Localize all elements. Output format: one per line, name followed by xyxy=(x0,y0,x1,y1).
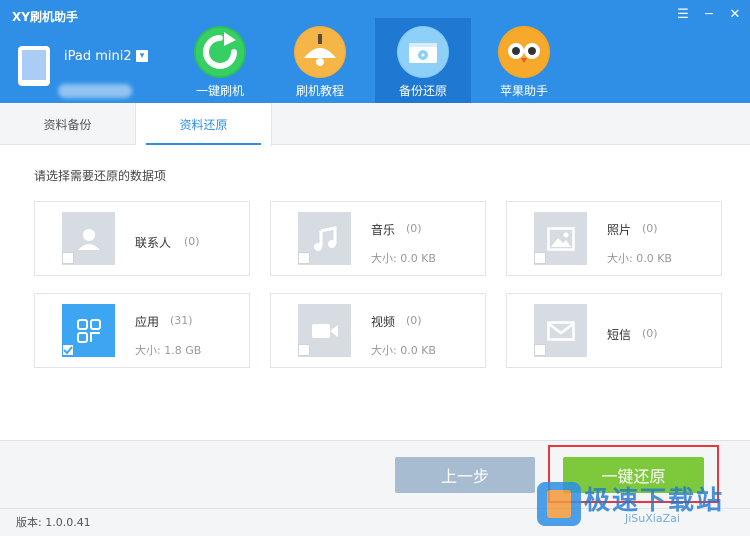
data-item-contacts[interactable]: 联系人 (0) xyxy=(34,201,250,276)
item-name: 音乐 xyxy=(371,223,396,237)
item-size: 大小: 0.0 KB xyxy=(607,252,672,265)
item-count: (0) xyxy=(184,235,200,248)
checkmark-icon xyxy=(63,346,73,355)
watermark-subtext: JiSuXiaZai xyxy=(625,512,680,525)
menu-icon[interactable]: ☰ xyxy=(672,4,694,24)
item-name: 视频 xyxy=(371,315,396,329)
watermark-logo xyxy=(537,482,581,526)
lamp-icon xyxy=(294,26,346,78)
chevron-down-icon[interactable]: ▾ xyxy=(136,50,148,62)
item-size: 大小: 1.8 GB xyxy=(135,344,202,357)
item-count: (0) xyxy=(406,314,422,327)
app-title: XY刷机助手 xyxy=(12,10,78,24)
item-size: 大小: 0.0 KB xyxy=(371,344,436,357)
nav-item-tutorial[interactable]: 刷机教程 xyxy=(272,18,368,103)
section-label: 请选择需要还原的数据项 xyxy=(34,169,167,183)
item-size: 大小: 0.0 KB xyxy=(371,252,436,265)
data-item-apps[interactable]: 应用 (31) 大小: 1.8 GB xyxy=(34,293,250,368)
contacts-checkbox[interactable] xyxy=(62,252,74,264)
data-item-music[interactable]: 音乐 (0) 大小: 0.0 KB xyxy=(270,201,486,276)
blurred-device-info xyxy=(58,84,132,98)
device-name: iPad mini2 xyxy=(64,49,132,64)
nav-label-flash: 一键刷机 xyxy=(195,84,244,98)
music-checkbox[interactable] xyxy=(298,252,310,264)
app-header: XY刷机助手 ☰ ─ ✕ iPad mini2 ▾ 一键刷机 刷机教程 备份还原… xyxy=(0,0,750,103)
item-name: 短信 xyxy=(607,328,632,342)
refresh-icon xyxy=(194,26,246,78)
data-item-photos[interactable]: 照片 (0) 大小: 0.0 KB xyxy=(506,201,722,276)
owl-icon xyxy=(498,26,550,78)
tab-data-restore[interactable]: 资料还原 xyxy=(136,103,272,146)
messages-checkbox[interactable] xyxy=(534,344,546,356)
nav-item-flash[interactable]: 一键刷机 xyxy=(172,18,268,103)
tab-bar: 资料备份 资料还原 xyxy=(0,103,750,146)
apps-checkbox[interactable] xyxy=(62,344,74,356)
nav-label-tutorial: 刷机教程 xyxy=(295,84,344,98)
close-icon[interactable]: ✕ xyxy=(724,4,746,24)
nav-label-backup: 备份还原 xyxy=(398,84,447,98)
item-count: (0) xyxy=(406,222,422,235)
item-count: (0) xyxy=(642,327,658,340)
disk-icon xyxy=(397,26,449,78)
photos-checkbox[interactable] xyxy=(534,252,546,264)
video-checkbox[interactable] xyxy=(298,344,310,356)
nav-label-apple-helper: 苹果助手 xyxy=(499,84,548,98)
item-name: 照片 xyxy=(607,223,632,237)
data-item-video[interactable]: 视频 (0) 大小: 0.0 KB xyxy=(270,293,486,368)
tab-data-backup[interactable]: 资料备份 xyxy=(0,103,136,145)
previous-step-button[interactable]: 上一步 xyxy=(395,457,535,493)
item-count: (0) xyxy=(642,222,658,235)
nav-item-apple-helper[interactable]: 苹果助手 xyxy=(476,18,572,103)
ipad-icon xyxy=(18,46,50,86)
minimize-icon[interactable]: ─ xyxy=(698,4,720,24)
window-controls: ☰ ─ ✕ xyxy=(672,4,746,24)
item-name: 联系人 xyxy=(135,236,172,250)
nav-item-backup[interactable]: 备份还原 xyxy=(375,18,471,103)
data-item-messages[interactable]: 短信 (0) xyxy=(506,293,722,368)
item-name: 应用 xyxy=(135,315,160,329)
item-count: (31) xyxy=(170,314,193,327)
version-label: 版本: 1.0.0.41 xyxy=(16,516,91,529)
